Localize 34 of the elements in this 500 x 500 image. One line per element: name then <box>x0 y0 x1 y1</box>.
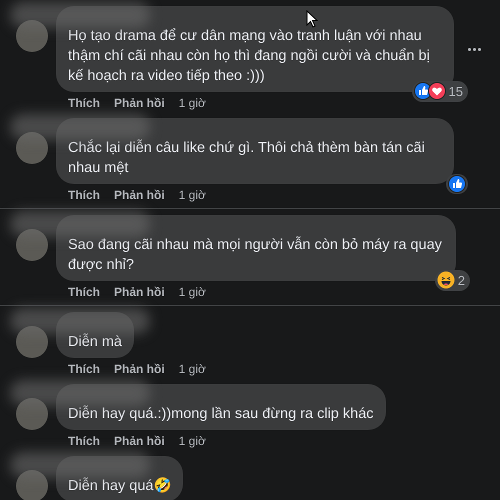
action-link[interactable]: Thích <box>68 432 100 450</box>
avatar[interactable] <box>16 398 48 430</box>
timestamp: 1 giờ <box>178 433 206 450</box>
more-options-icon[interactable] <box>468 48 481 50</box>
avatar[interactable] <box>16 470 48 500</box>
action-link[interactable]: Thích <box>68 360 100 378</box>
timestamp: 1 giờ <box>178 95 206 112</box>
avatar[interactable] <box>16 326 48 358</box>
avatar[interactable] <box>16 20 48 52</box>
thumbs-up-icon <box>448 175 466 193</box>
action-link[interactable]: Phản hồi <box>114 432 165 450</box>
action-link[interactable]: Thích <box>68 94 100 112</box>
comment-text: Chắc lại diễn câu like chứ gì. Thôi chả thèm bàn tán cãi nhau mệt <box>68 138 426 178</box>
reaction-count: 15 <box>448 82 464 100</box>
timestamp: 1 giờ <box>178 284 206 301</box>
action-link[interactable]: Thích <box>68 283 100 301</box>
comment-text: Diễn mà <box>68 332 122 352</box>
timestamp: 1 giờ <box>178 361 206 378</box>
laughing-face-icon <box>436 271 455 290</box>
action-link[interactable]: Thích <box>68 186 100 204</box>
reaction-badge[interactable] <box>446 174 468 194</box>
comment-text: Diễn hay quá🤣 <box>68 476 172 496</box>
avatar[interactable] <box>16 229 48 261</box>
reaction-badge[interactable]: 2 <box>434 270 470 291</box>
action-link[interactable]: Phản hồi <box>114 360 165 378</box>
comment-text: Diễn hay quá.:))mong lần sau đừng ra clip khác <box>68 404 374 424</box>
avatar[interactable] <box>16 132 48 164</box>
timestamp: 1 giờ <box>178 187 206 204</box>
action-link[interactable]: Phản hồi <box>114 186 165 204</box>
reaction-count: 2 <box>458 272 466 290</box>
reaction-badge[interactable]: 15 <box>412 80 468 102</box>
action-link[interactable]: Phản hồi <box>114 94 165 112</box>
cursor-icon <box>306 10 318 28</box>
action-link[interactable]: Phản hồi <box>114 283 165 301</box>
